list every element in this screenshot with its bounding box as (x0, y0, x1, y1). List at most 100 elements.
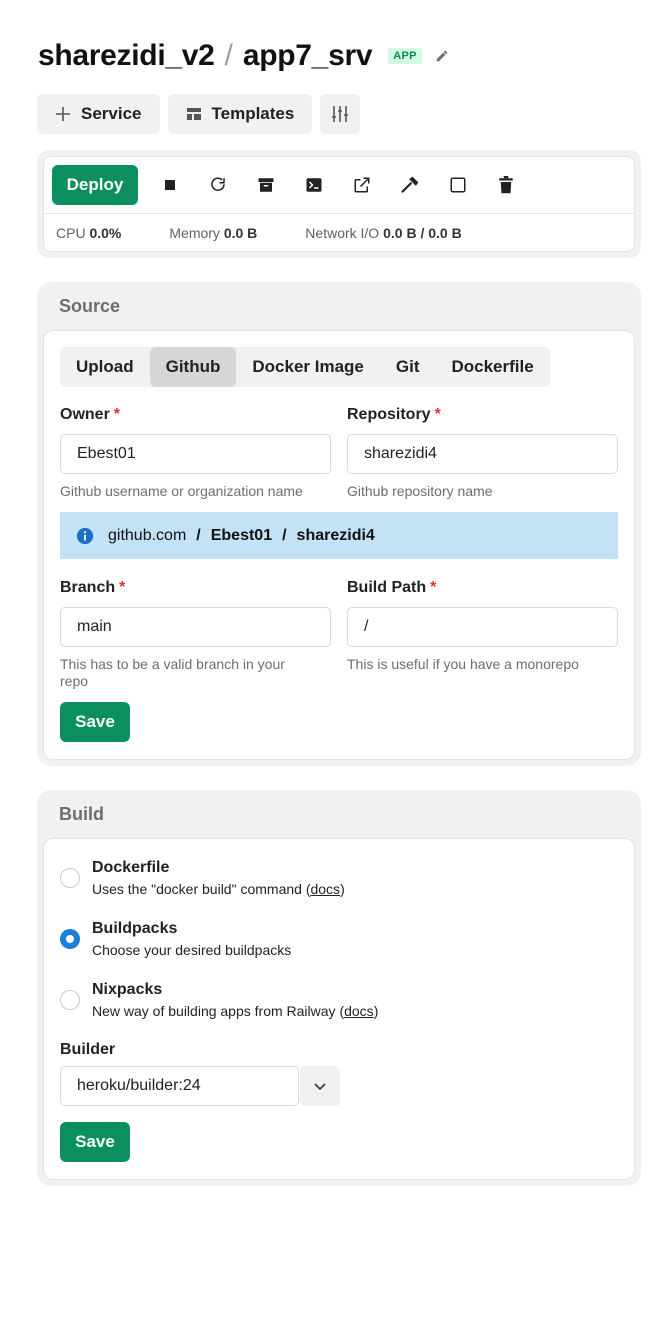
source-save-button[interactable]: Save (60, 702, 130, 742)
tab-git[interactable]: Git (380, 347, 436, 387)
docs-link[interactable]: docs (344, 1003, 374, 1019)
required-mark: * (113, 406, 121, 423)
page-title: sharezidi_v2 / app7_srv APP (38, 38, 450, 74)
templates-icon (186, 108, 201, 120)
build-path-label-text: Build Path (347, 579, 427, 596)
sliders-icon (332, 106, 349, 122)
project-name[interactable]: sharezidi_v2 (38, 39, 215, 73)
option-text: Nixpacks New way of building apps from R… (92, 980, 378, 1019)
add-service-label: Service (81, 104, 142, 123)
plus-icon (56, 107, 70, 121)
delete-button[interactable] (482, 165, 530, 205)
build-option-nixpacks[interactable]: Nixpacks New way of building apps from R… (60, 980, 378, 1019)
repo-path-separator: / (282, 526, 287, 544)
stop-button[interactable] (146, 165, 194, 205)
radio-dockerfile[interactable] (60, 868, 80, 888)
build-option-dockerfile[interactable]: Dockerfile Uses the "docker build" comma… (60, 858, 345, 897)
required-mark: * (434, 406, 441, 423)
tab-upload[interactable]: Upload (60, 347, 150, 387)
build-save-button[interactable]: Save (60, 1122, 130, 1162)
radio-nixpacks[interactable] (60, 990, 80, 1010)
repository-field-group: Repository * sharezidi4 Github repository… (347, 406, 618, 500)
branch-label-text: Branch (60, 579, 116, 596)
app-badge: APP (388, 48, 422, 64)
external-link-icon (354, 177, 370, 193)
option-desc-text: New way of building apps from Railway ( (92, 1003, 345, 1019)
repository-hint: Github repository name (347, 483, 493, 499)
app-name: app7_srv (242, 39, 373, 72)
required-mark: * (119, 579, 126, 596)
tab-dockerfile[interactable]: Dockerfile (435, 347, 549, 387)
templates-button[interactable]: Templates (167, 94, 313, 134)
build-path-input[interactable]: / (347, 607, 618, 647)
deploy-button[interactable]: Deploy (52, 165, 138, 205)
branch-input[interactable]: main (60, 607, 331, 647)
tab-github[interactable]: Github (149, 347, 237, 387)
owner-input[interactable]: Ebest01 (60, 434, 331, 474)
cpu-label: CPU (56, 225, 86, 241)
option-title: Buildpacks (92, 920, 178, 937)
owner-hint: Github username or organization name (60, 483, 303, 499)
docs-link[interactable]: docs (310, 881, 340, 897)
owner-label: Owner * (60, 406, 331, 426)
trash-icon (499, 176, 513, 194)
restart-icon (211, 177, 225, 191)
title-separator: / (224, 39, 233, 72)
build-title: Build (59, 803, 104, 824)
settings-sliders-button[interactable] (320, 94, 361, 134)
build-button[interactable] (386, 165, 434, 205)
option-description: Uses the "docker build" command (docs) (92, 881, 345, 897)
square-button[interactable] (434, 165, 482, 205)
option-title: Nixpacks (92, 981, 163, 998)
branch-hint-line1: This has to be a valid branch in your (60, 656, 285, 672)
resource-stats: CPU 0.0% Memory 0.0 B Network I/O 0.0 B … (44, 214, 634, 251)
tab-docker-image[interactable]: Docker Image (236, 347, 380, 387)
repo-path-separator: / (196, 526, 201, 544)
builder-select[interactable]: heroku/builder:24 (60, 1066, 340, 1106)
service-control-card: Deploy CPU 0.0% Memory 0.0 B Network I/O… (37, 150, 641, 258)
repository-input[interactable]: sharezidi4 (347, 434, 618, 474)
radio-buildpacks[interactable] (60, 929, 80, 949)
repo-name: sharezidi4 (296, 526, 375, 544)
restart-button[interactable] (194, 165, 242, 205)
cpu-stat: CPU 0.0% (56, 225, 121, 241)
option-title: Dockerfile (92, 859, 170, 876)
pencil-icon[interactable] (434, 48, 450, 64)
repository-label: Repository * (347, 406, 618, 426)
option-text: Dockerfile Uses the "docker build" comma… (92, 858, 345, 897)
repo-path-banner: github.com / Ebest01 / sharezidi4 (60, 512, 618, 559)
option-text: Buildpacks Choose your desired buildpack… (92, 919, 291, 958)
memory-stat: Memory 0.0 B (169, 225, 257, 241)
branch-hint: This has to be a valid branch in your rep… (60, 656, 331, 690)
option-desc-text: Uses the "docker build" command ( (92, 881, 311, 897)
builder-value[interactable]: heroku/builder:24 (60, 1066, 299, 1106)
source-body: Upload Github Docker Image Git Dockerfil… (43, 330, 635, 760)
source-tabs: Upload Github Docker Image Git Dockerfil… (60, 347, 550, 387)
templates-label: Templates (211, 104, 295, 123)
terminal-button[interactable] (290, 165, 338, 205)
top-toolbar: Service Templates (37, 94, 361, 134)
source-panel: Source Upload Github Docker Image Git Do… (37, 282, 641, 766)
repository-label-text: Repository (347, 406, 431, 423)
stop-icon (165, 180, 175, 190)
archive-button[interactable] (242, 165, 290, 205)
build-path-field-group: Build Path * / This is useful if you have… (347, 579, 618, 673)
service-control-inner: Deploy CPU 0.0% Memory 0.0 B Network I/O… (43, 156, 635, 252)
builder-dropdown-toggle[interactable] (300, 1066, 340, 1106)
repo-owner: Ebest01 (210, 526, 273, 544)
builder-label: Builder (60, 1041, 116, 1058)
archive-icon (258, 178, 274, 192)
branch-label: Branch * (60, 579, 331, 599)
owner-label-text: Owner (60, 406, 110, 423)
cpu-value: 0.0% (89, 225, 122, 241)
owner-field-group: Owner * Ebest01 Github username or organi… (60, 406, 331, 500)
chevron-down-icon (314, 1083, 326, 1091)
build-option-buildpacks[interactable]: Buildpacks Choose your desired buildpack… (60, 919, 291, 958)
open-external-button[interactable] (338, 165, 386, 205)
network-value: 0.0 B / 0.0 B (383, 225, 462, 241)
hammer-icon (401, 176, 419, 193)
branch-field-group: Branch * main This has to be a valid bran… (60, 579, 331, 690)
add-service-button[interactable]: Service (37, 94, 160, 134)
build-body: Dockerfile Uses the "docker build" comma… (43, 838, 635, 1180)
build-panel: Build Dockerfile Uses the "docker build"… (37, 790, 641, 1186)
